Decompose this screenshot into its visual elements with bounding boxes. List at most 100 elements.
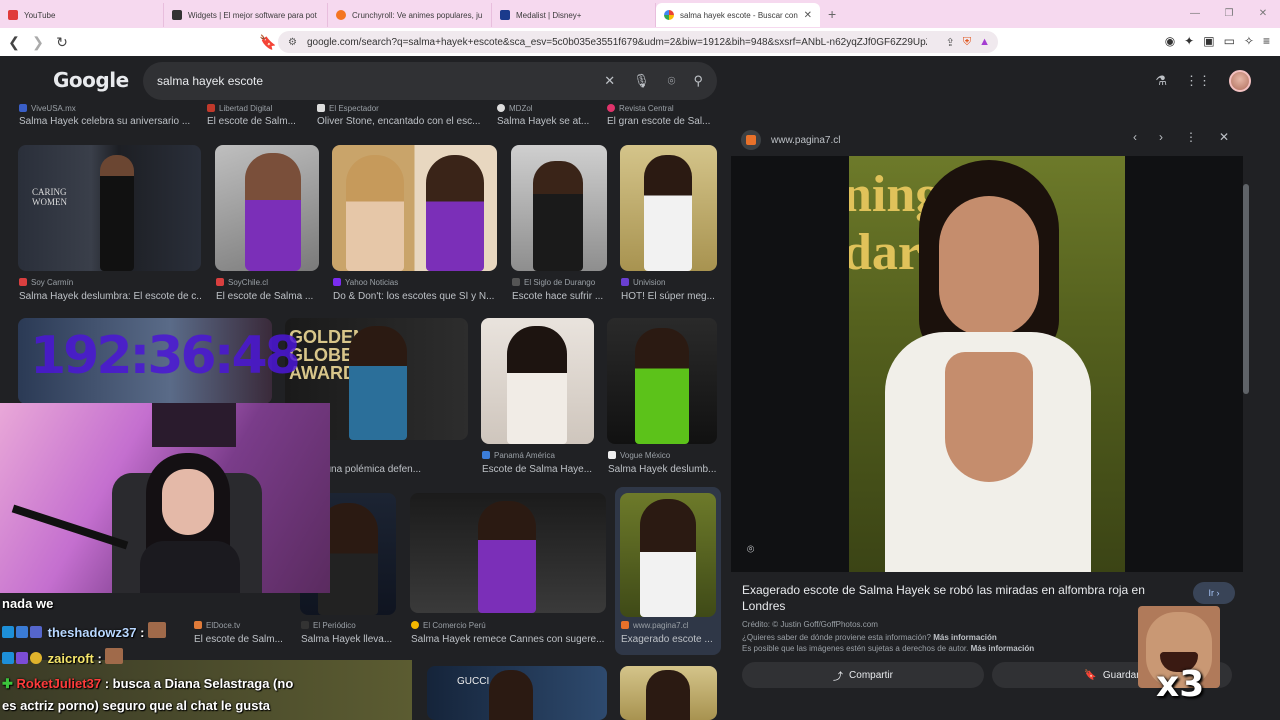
- leo-ai-icon[interactable]: ✧: [1244, 34, 1254, 48]
- person-figure-left: [346, 155, 404, 271]
- tab-crunchyroll[interactable]: Crunchyroll: Ve animes populares, ju: [328, 3, 492, 27]
- more-options-icon[interactable]: ⋮: [1185, 130, 1197, 144]
- result-thumbnail: [620, 145, 717, 271]
- result-title: Escote de Salma Haye...: [482, 464, 593, 475]
- bookmark-icon: 🔖: [1084, 669, 1097, 681]
- chat-username[interactable]: zaicroft: [48, 651, 94, 666]
- result-source: Soy Carmín: [31, 278, 74, 287]
- clear-icon[interactable]: ✕: [604, 73, 615, 89]
- lens-icon[interactable]: ⌾: [668, 73, 676, 89]
- search-icon[interactable]: ⚲: [693, 73, 703, 89]
- new-tab-button[interactable]: +: [828, 6, 836, 22]
- info-link[interactable]: Más información: [971, 644, 1035, 653]
- result-source: Revista Central: [619, 104, 674, 113]
- image-result[interactable]: Vogue México Salma Hayek deslumb...: [607, 318, 717, 478]
- image-credit: Crédito: © Justin Goff/GoffPhotos.com: [742, 620, 878, 629]
- apps-grid-icon[interactable]: ⋮⋮: [1185, 73, 1211, 89]
- google-logo[interactable]: Google: [53, 68, 129, 92]
- result-title: Exagerado escote ...: [621, 634, 713, 645]
- webcam-person-face: [162, 469, 214, 535]
- bookmark-icon[interactable]: 🔖: [258, 34, 278, 51]
- menu-icon[interactable]: ≡: [1263, 34, 1270, 48]
- image-result[interactable]: ViveUSA.mx Salma Hayek celebra su aniver…: [18, 102, 198, 132]
- share-button[interactable]: ⤴ Compartir: [742, 662, 984, 688]
- next-icon[interactable]: ›: [1159, 130, 1163, 144]
- microphone-icon[interactable]: 🎙: [633, 73, 650, 89]
- result-title: Do & Don't: los escotes que SÍ y N...: [333, 291, 495, 302]
- image-result[interactable]: CARING WOMEN Soy Carmín Salma Hayek deslu…: [18, 145, 202, 305]
- chat-message: zaicroft :: [2, 648, 125, 666]
- result-title: Oliver Stone, encantado con el esc...: [317, 116, 481, 127]
- gg-badge-icon: [30, 626, 42, 638]
- previous-icon[interactable]: ‹: [1133, 130, 1137, 144]
- tab-google-search[interactable]: salma hayek escote - Buscar con ✕: [656, 3, 820, 27]
- source-icon: [482, 451, 490, 459]
- tab-youtube[interactable]: YouTube: [0, 3, 164, 27]
- source-icon: [333, 278, 341, 286]
- address-bar[interactable]: ⚙ google.com/search?q=salma+hayek+escote…: [278, 31, 998, 53]
- chat-username[interactable]: RoketJuliet37: [17, 676, 102, 691]
- image-result[interactable]: SoyChile.cl El escote de Salma ...: [215, 145, 319, 305]
- share-icon[interactable]: ⇪: [946, 36, 955, 49]
- image-result[interactable]: Univision HOT! El súper meg...: [620, 145, 717, 305]
- info-link[interactable]: Más información: [933, 633, 997, 642]
- visit-button[interactable]: Ir ›: [1193, 582, 1235, 604]
- gift-badge-icon: [30, 652, 42, 664]
- image-result[interactable]: El Siglo de Durango Escote hace sufrir .…: [511, 145, 607, 305]
- image-result-selected[interactable]: www.pagina7.cl Exagerado escote ...: [615, 487, 721, 655]
- tab-label: Medalist | Disney+: [516, 10, 582, 20]
- search-input[interactable]: salma hayek escote ✕ 🎙 ⌾ ⚲: [143, 62, 717, 100]
- result-title: El escote de Salm...: [194, 634, 283, 645]
- preview-title[interactable]: Exagerado escote de Salma Hayek se robó …: [742, 582, 1162, 614]
- screenshot-icon[interactable]: ▣: [1203, 34, 1214, 48]
- person-chest: [945, 352, 1033, 482]
- chat-text: : busca a Diana Selastraga (no: [104, 676, 294, 691]
- preview-site[interactable]: www.pagina7.cl: [771, 135, 840, 146]
- forward-icon[interactable]: ❯: [28, 34, 48, 51]
- image-result[interactable]: Revista Central El gran escote de Sal...: [606, 102, 716, 132]
- chat-message: es actriz porno) seguro que al chat le g…: [2, 698, 270, 713]
- tab-label: Widgets | El mejor software para pot: [188, 10, 317, 20]
- avatar[interactable]: [1229, 70, 1251, 92]
- prime-badge-icon: [2, 626, 14, 638]
- minimize-icon[interactable]: —: [1178, 0, 1212, 28]
- site-info-icon[interactable]: ⚙: [288, 37, 297, 48]
- reload-icon[interactable]: ↻: [52, 34, 72, 51]
- youtube-icon: [8, 10, 18, 20]
- source-icon: [621, 278, 629, 286]
- tab-disney[interactable]: Medalist | Disney+: [492, 3, 656, 27]
- restore-icon[interactable]: ❐: [1212, 0, 1246, 28]
- disney-icon: [500, 10, 510, 20]
- brave-rewards-icon[interactable]: ▲: [979, 36, 990, 49]
- close-window-icon[interactable]: ✕: [1246, 0, 1280, 28]
- labs-icon[interactable]: ⚗: [1155, 73, 1167, 89]
- person-figure: [507, 326, 567, 444]
- image-result[interactable]: GUCCI: [427, 666, 607, 720]
- extensions-icon[interactable]: ✦: [1184, 34, 1194, 48]
- wallet-icon[interactable]: ▭: [1224, 34, 1235, 48]
- image-result[interactable]: MDZol Salma Hayek se at...: [496, 102, 594, 132]
- image-result[interactable]: Libertad Digital El escote de Salm...: [206, 102, 306, 132]
- image-result[interactable]: El Comercio Perú Salma Hayek remece Cann…: [410, 493, 606, 653]
- close-icon[interactable]: ✕: [1219, 130, 1229, 144]
- lens-search-icon[interactable]: ⌾: [747, 542, 754, 557]
- result-source: Univision: [633, 278, 666, 287]
- incognito-icon[interactable]: ◉: [1165, 34, 1175, 48]
- image-result[interactable]: Panamá América Escote de Salma Haye...: [481, 318, 594, 478]
- result-source: Yahoo Noticias: [345, 278, 399, 287]
- backdrop-text: GUCCI: [457, 676, 490, 687]
- close-tab-icon[interactable]: ✕: [804, 10, 812, 21]
- site-favicon-icon: [741, 130, 761, 150]
- preview-image[interactable]: ning dard ⌾: [731, 156, 1243, 572]
- image-result[interactable]: El Espectador Oliver Stone, encantado co…: [316, 102, 482, 132]
- image-result[interactable]: Yahoo Noticias Do & Don't: los escotes q…: [332, 145, 497, 305]
- image-result[interactable]: [620, 666, 717, 720]
- source-icon: [607, 104, 615, 112]
- scrollbar[interactable]: [1243, 184, 1249, 394]
- brave-shield-icon[interactable]: ⛨: [963, 36, 971, 49]
- tab-widgets[interactable]: Widgets | El mejor software para pot: [164, 3, 328, 27]
- chat-username[interactable]: theshadowz37: [48, 625, 137, 640]
- toolbar: ❮ ❯ ↻ 🔖 ⚙ google.com/search?q=salma+haye…: [0, 28, 1280, 56]
- source-icon: [19, 278, 27, 286]
- back-icon[interactable]: ❮: [4, 34, 24, 51]
